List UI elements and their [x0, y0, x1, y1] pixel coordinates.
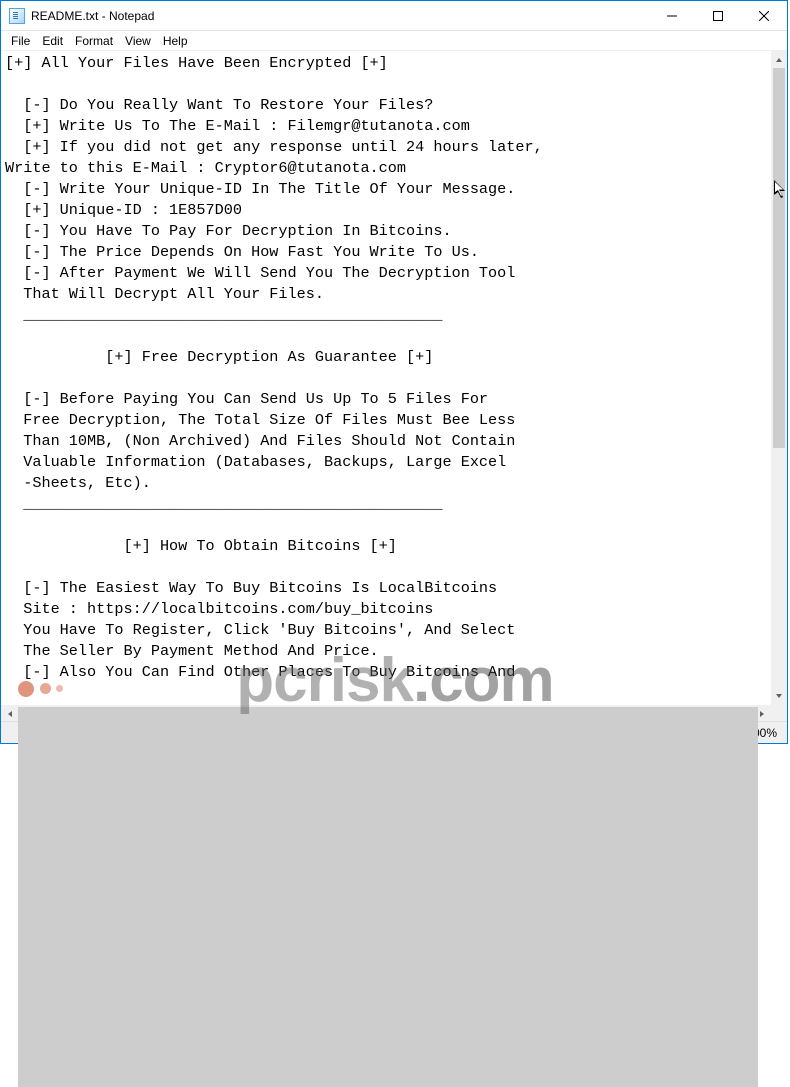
notepad-window: README.txt - Notepad File Edit Format Vi… [0, 0, 788, 744]
scroll-left-arrow-icon[interactable] [1, 705, 18, 722]
menu-view[interactable]: View [119, 33, 157, 49]
scroll-track-horizontal[interactable] [18, 705, 753, 721]
hscroll-row [1, 704, 787, 721]
content-area: [+] All Your Files Have Been Encrypted [… [1, 51, 787, 704]
scroll-up-arrow-icon[interactable] [771, 51, 787, 68]
horizontal-scrollbar[interactable] [1, 704, 770, 721]
maximize-icon [713, 11, 723, 21]
scroll-thumb-horizontal[interactable] [18, 707, 758, 1087]
scroll-corner [770, 704, 787, 721]
menu-format[interactable]: Format [69, 33, 119, 49]
close-button[interactable] [741, 1, 787, 31]
vertical-scrollbar[interactable] [770, 51, 787, 704]
close-icon [759, 11, 769, 21]
scroll-thumb-vertical[interactable] [773, 68, 785, 448]
scroll-down-arrow-icon[interactable] [771, 687, 787, 704]
titlebar[interactable]: README.txt - Notepad [1, 1, 787, 31]
window-title: README.txt - Notepad [31, 9, 649, 23]
menu-edit[interactable]: Edit [36, 33, 69, 49]
minimize-icon [667, 11, 677, 21]
maximize-button[interactable] [695, 1, 741, 31]
notepad-icon [9, 8, 25, 24]
menu-help[interactable]: Help [157, 33, 194, 49]
menubar: File Edit Format View Help [1, 31, 787, 51]
text-editor[interactable]: [+] All Your Files Have Been Encrypted [… [1, 51, 770, 704]
menu-file[interactable]: File [5, 33, 36, 49]
window-controls [649, 1, 787, 30]
minimize-button[interactable] [649, 1, 695, 31]
scroll-track-vertical[interactable] [771, 68, 787, 687]
